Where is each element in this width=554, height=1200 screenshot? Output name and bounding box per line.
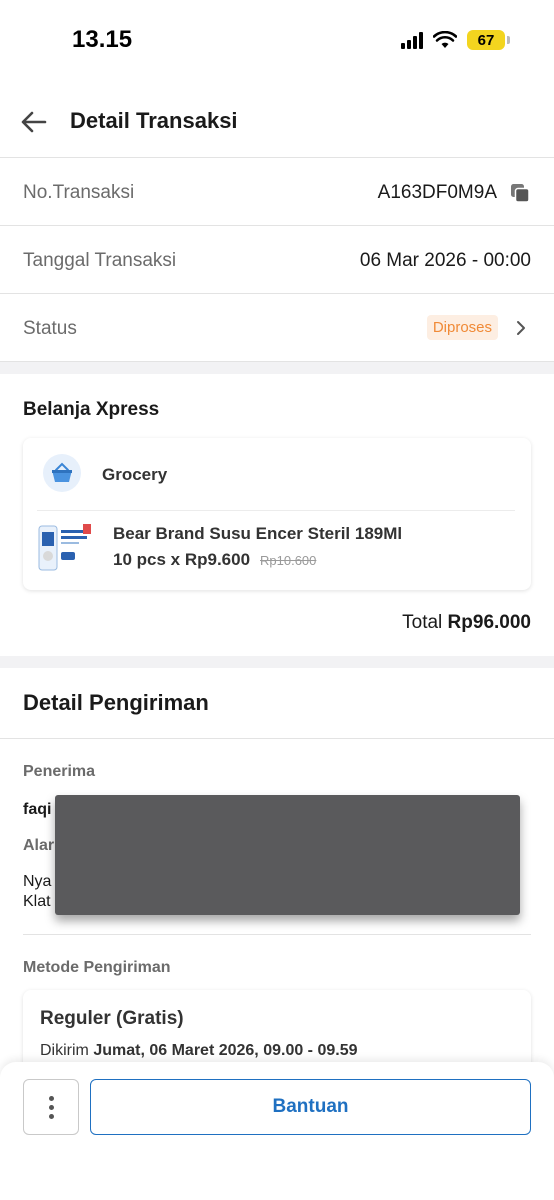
total-label: Total [402, 612, 443, 633]
bottom-action-bar: Bantuan [0, 1062, 554, 1200]
status-row[interactable]: Status Diproses [0, 295, 554, 362]
back-arrow-icon[interactable] [18, 106, 50, 138]
more-vertical-icon [48, 1095, 54, 1101]
shipping-method-title: Reguler (Gratis) [40, 1008, 184, 1029]
transaction-number-label: No.Transaksi [23, 182, 135, 203]
address-label: Alar [23, 837, 55, 854]
signal-icon [401, 31, 423, 49]
basket-icon [43, 454, 81, 492]
battery-icon: 67 [467, 30, 510, 50]
redaction-box [55, 795, 520, 915]
transaction-number-row: No.Transaksi A163DF0M9A [0, 159, 554, 226]
order-section-title: Belanja Xpress [23, 399, 160, 420]
status-badge: Diproses [426, 315, 498, 340]
battery-level: 67 [467, 30, 505, 50]
section-divider [0, 362, 554, 374]
total-value: Rp96.000 [447, 612, 531, 633]
divider [23, 934, 531, 935]
status-time: 13.15 [72, 26, 133, 53]
shipping-schedule: Dikirim Jumat, 06 Maret 2026, 09.00 - 09… [40, 1042, 358, 1060]
product-original-price: Rp10.600 [260, 553, 317, 568]
receiver-label: Penerima [23, 763, 96, 780]
shipping-section-title: Detail Pengiriman [23, 690, 209, 715]
shipping-schedule-value: Jumat, 06 Maret 2026, 09.00 - 09.59 [93, 1042, 358, 1059]
section-divider [0, 656, 554, 668]
address-line-2: Klat [23, 893, 51, 910]
product-image[interactable] [37, 522, 93, 574]
category-label: Grocery [102, 465, 168, 484]
divider [0, 738, 554, 739]
transaction-date-row: Tanggal Transaksi 06 Mar 2026 - 00:00 [0, 227, 554, 294]
more-options-button[interactable] [23, 1079, 79, 1135]
receiver-name: faqi [23, 801, 52, 818]
status-label: Status [23, 318, 77, 339]
wifi-icon [433, 31, 457, 48]
product-quantity-price: 10 pcs x Rp9.600 [113, 550, 251, 569]
order-card: Grocery Bear Brand Susu Encer Steril 189… [23, 438, 531, 590]
chevron-right-icon[interactable] [514, 320, 528, 336]
transaction-number-value: A163DF0M9A [377, 182, 497, 203]
status-bar: 13.15 67 [0, 0, 554, 80]
page-title: Detail Transaksi [70, 108, 238, 133]
status-icons: 67 [401, 30, 510, 50]
help-button[interactable]: Bantuan [90, 1079, 531, 1135]
app-header: Detail Transaksi [0, 90, 554, 158]
product-name[interactable]: Bear Brand Susu Encer Steril 189Ml [113, 524, 402, 544]
shipping-method-label: Metode Pengiriman [23, 959, 171, 976]
transaction-date-value: 06 Mar 2026 - 00:00 [359, 250, 531, 271]
shipping-schedule-prefix: Dikirim [40, 1042, 89, 1059]
order-total: Total Rp96.000 [402, 612, 531, 634]
copy-icon[interactable] [510, 183, 530, 203]
card-divider [37, 510, 515, 511]
transaction-date-label: Tanggal Transaksi [23, 250, 177, 271]
address-line-1: Nya [23, 873, 52, 890]
